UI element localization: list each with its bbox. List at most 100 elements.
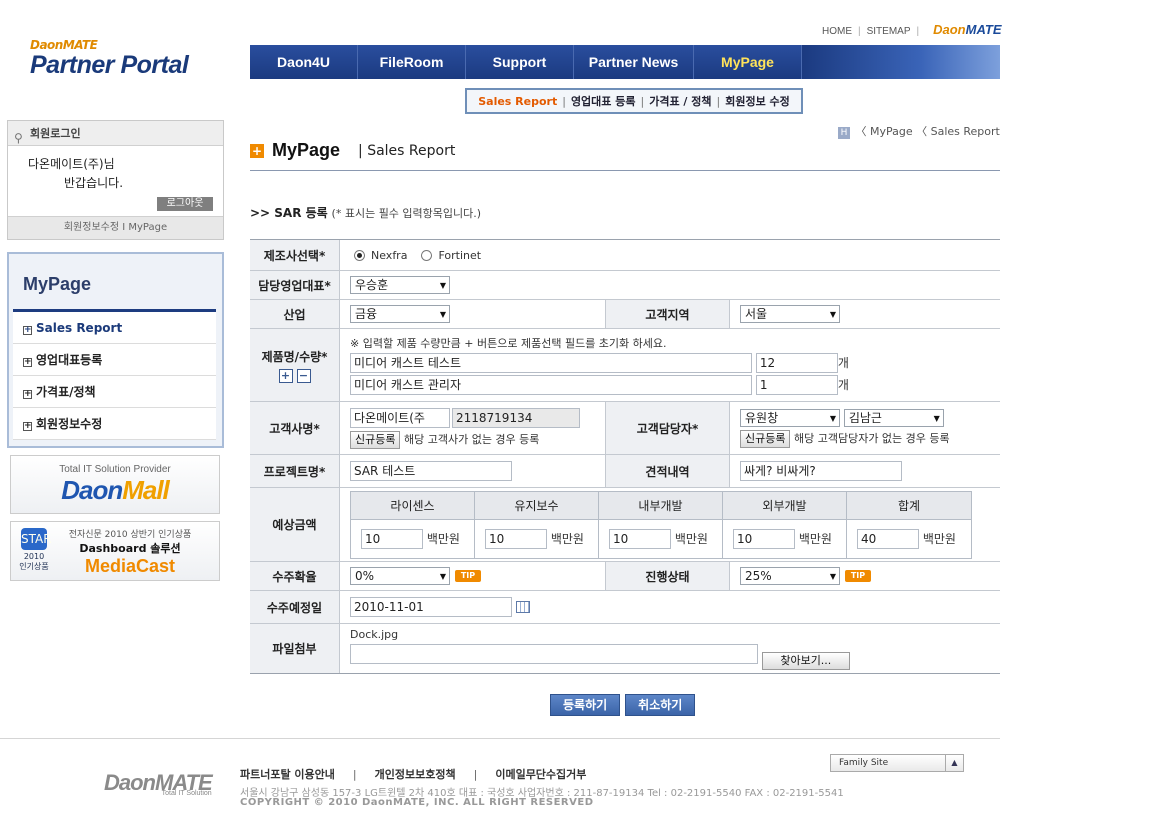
label-industry: 산업 (250, 300, 340, 328)
sar-form: 제조사선택* Nexfra Fortinet 담당영업대표* 우승훈 산업 금융… (250, 239, 1000, 674)
title-divider (250, 170, 1000, 171)
logo-brand: DaonMATE (30, 38, 98, 52)
daonmall-banner[interactable]: Total IT Solution Provider DaonMall (10, 455, 220, 514)
menu-item-member-edit[interactable]: + 회원정보수정 (13, 408, 216, 440)
calendar-icon[interactable] (516, 601, 530, 613)
user-icon: ⚲ (14, 131, 23, 145)
portal-logo[interactable]: DaonMATE Partner Portal (30, 38, 189, 79)
date-field[interactable]: 2010-11-01 (350, 597, 512, 617)
main-nav: Daon4U FileRoom Support Partner News MyP… (250, 45, 1000, 79)
expand-icon: + (23, 357, 32, 367)
footer-links: 파트너포탈 이용안내 | 개인정보보호정책 | 이메일무단수집거부 (240, 768, 587, 781)
product-qty-1[interactable]: 12 (755, 353, 838, 373)
footer-link-email-policy[interactable]: 이메일무단수집거부 (495, 768, 586, 781)
region-select[interactable]: 서울 (740, 305, 840, 323)
mediacast-banner[interactable]: STAR 2010 인기상품 전자신문 2010 상반기 인기상품 Dashbo… (10, 521, 220, 581)
footer-link-privacy[interactable]: 개인정보보호정책 (375, 768, 456, 781)
radio-fortinet[interactable] (421, 249, 433, 261)
home-link[interactable]: HOME (822, 26, 852, 37)
nav-partner-news[interactable]: Partner News (574, 45, 694, 79)
project-name-field[interactable]: SAR 테스트 (350, 461, 512, 481)
nav-decoration (802, 45, 1000, 79)
subnav-member-edit[interactable]: 회원정보 수정 (725, 93, 790, 109)
cost-maintenance-field[interactable]: 10 (485, 528, 547, 549)
award-badge-icon: STAR 2010 인기상품 (19, 528, 52, 574)
status-tip-icon[interactable]: TIP (845, 570, 871, 582)
cancel-button[interactable]: 취소하기 (625, 694, 696, 716)
nav-support[interactable]: Support (466, 45, 574, 79)
login-greeting: 반갑습니다. (64, 176, 124, 190)
label-product: 제품명/수량* + − (250, 329, 340, 401)
product-name-2[interactable]: 미디어 캐스트 관리자 (350, 375, 752, 395)
label-customer: 고객사명* (250, 402, 340, 454)
label-estimate: 견적내역 (605, 455, 730, 487)
logout-button[interactable]: 로그아웃 (157, 197, 213, 211)
subnav-sales-report[interactable]: Sales Report (478, 95, 557, 108)
product-hint: ※ 입력할 제품 수량만큼 + 버튼으로 제품선택 필드를 초기화 하세요. (350, 337, 667, 350)
subnav-price-policy[interactable]: 가격표 / 정책 (649, 93, 711, 109)
probability-tip-icon[interactable]: TIP (455, 570, 481, 582)
radio-nexfra[interactable] (354, 249, 365, 261)
nav-daon4u[interactable]: Daon4U (250, 45, 358, 79)
label-maker: 제조사선택* (250, 240, 340, 270)
rep-select[interactable]: 우승훈 (350, 276, 450, 294)
industry-select[interactable]: 금융 (350, 305, 450, 323)
customer-name-field[interactable]: 다온메이트(주 (350, 407, 450, 428)
cost-table: 라이센스 10 백만원 유지보수 10 백만원 내부개발 10 백만원 외부개발 10 … (350, 490, 972, 559)
label-contact: 고객담당자* (605, 402, 730, 454)
menu-item-rep-register[interactable]: + 영업대표등록 (13, 344, 216, 376)
label-date: 수주예정일 (250, 591, 340, 623)
menu-item-sales-report[interactable]: + Sales Report (13, 312, 216, 344)
logo-title: Partner Portal (30, 51, 189, 79)
label-amount: 예상금액 (250, 488, 340, 561)
attached-file-name: Dock.jpg (350, 627, 399, 641)
nav-fileroom[interactable]: FileRoom (358, 45, 466, 79)
cost-total-field[interactable]: 40 (857, 528, 919, 549)
browse-button[interactable]: 찾아보기... (761, 651, 850, 670)
sitemap-link[interactable]: SITEMAP (867, 26, 911, 37)
remove-product-button[interactable]: − (296, 368, 311, 383)
form-actions: 등록하기 취소하기 (550, 694, 696, 716)
label-region: 고객지역 (605, 300, 730, 328)
probability-select[interactable]: 0% (350, 567, 450, 585)
footer-divider (0, 738, 1000, 739)
login-box: ⚲ 회원로그인 다온메이트(주)님 반갑습니다. 로그아웃 회원정보수정 I M… (7, 120, 224, 240)
family-site-select[interactable]: Family Site (830, 754, 964, 772)
title-plus-icon: + (250, 143, 264, 158)
add-product-button[interactable]: + (278, 368, 293, 383)
expand-icon: + (23, 325, 32, 335)
cost-license-field[interactable]: 10 (361, 528, 423, 549)
product-qty-2[interactable]: 1 (755, 375, 838, 395)
login-footer-links[interactable]: 회원정보수정 I MyPage (8, 216, 223, 239)
nav-mypage[interactable]: MyPage (694, 45, 802, 79)
status-select[interactable]: 25% (740, 567, 840, 585)
menu-item-price-policy[interactable]: + 가격표/정책 (13, 376, 216, 408)
sub-nav: Sales Report | 영업대표 등록 | 가격표 / 정책 | 회원정보 수정 (465, 88, 803, 114)
label-project: 프로젝트명* (250, 455, 340, 487)
file-path-field[interactable] (350, 643, 758, 664)
label-probability: 수주확율 (250, 562, 340, 590)
expand-icon: + (23, 421, 32, 431)
cost-external-field[interactable]: 10 (733, 528, 795, 549)
footer-link-guide[interactable]: 파트너포탈 이용안내 (240, 768, 335, 781)
product-name-1[interactable]: 미디어 캐스트 테스트 (350, 353, 752, 373)
submit-button[interactable]: 등록하기 (550, 694, 621, 716)
expand-icon: + (23, 389, 32, 399)
mypage-menu: MyPage + Sales Report + 영업대표등록 + 가격표/정책 + 회원… (7, 252, 224, 448)
contact-select-2[interactable]: 김남근 (843, 408, 944, 427)
utility-links: HOME | SITEMAP | DaonMATE (822, 22, 1002, 37)
page-title: + MyPage | Sales Report (250, 140, 456, 160)
label-status: 진행상태 (605, 562, 730, 590)
footer-logo: DaonMATE Total IT Solution (104, 770, 213, 797)
subnav-rep-register[interactable]: 영업대표 등록 (571, 93, 636, 109)
new-contact-button[interactable]: 신규등록 (740, 429, 791, 448)
label-rep: 담당영업대표* (250, 271, 340, 299)
cost-internal-field[interactable]: 10 (609, 528, 671, 549)
contact-select-1[interactable]: 유원창 (740, 408, 840, 427)
estimate-field[interactable]: 싸게? 비싸게? (740, 461, 902, 481)
new-customer-button[interactable]: 신규등록 (350, 430, 401, 449)
util-brand-logo[interactable]: DaonMATE (933, 22, 1001, 37)
breadcrumb: H 〈 MyPage 〈 Sales Report (838, 123, 1000, 139)
customer-code-field: 2118719134 (452, 407, 580, 428)
home-icon[interactable]: H (838, 127, 850, 139)
